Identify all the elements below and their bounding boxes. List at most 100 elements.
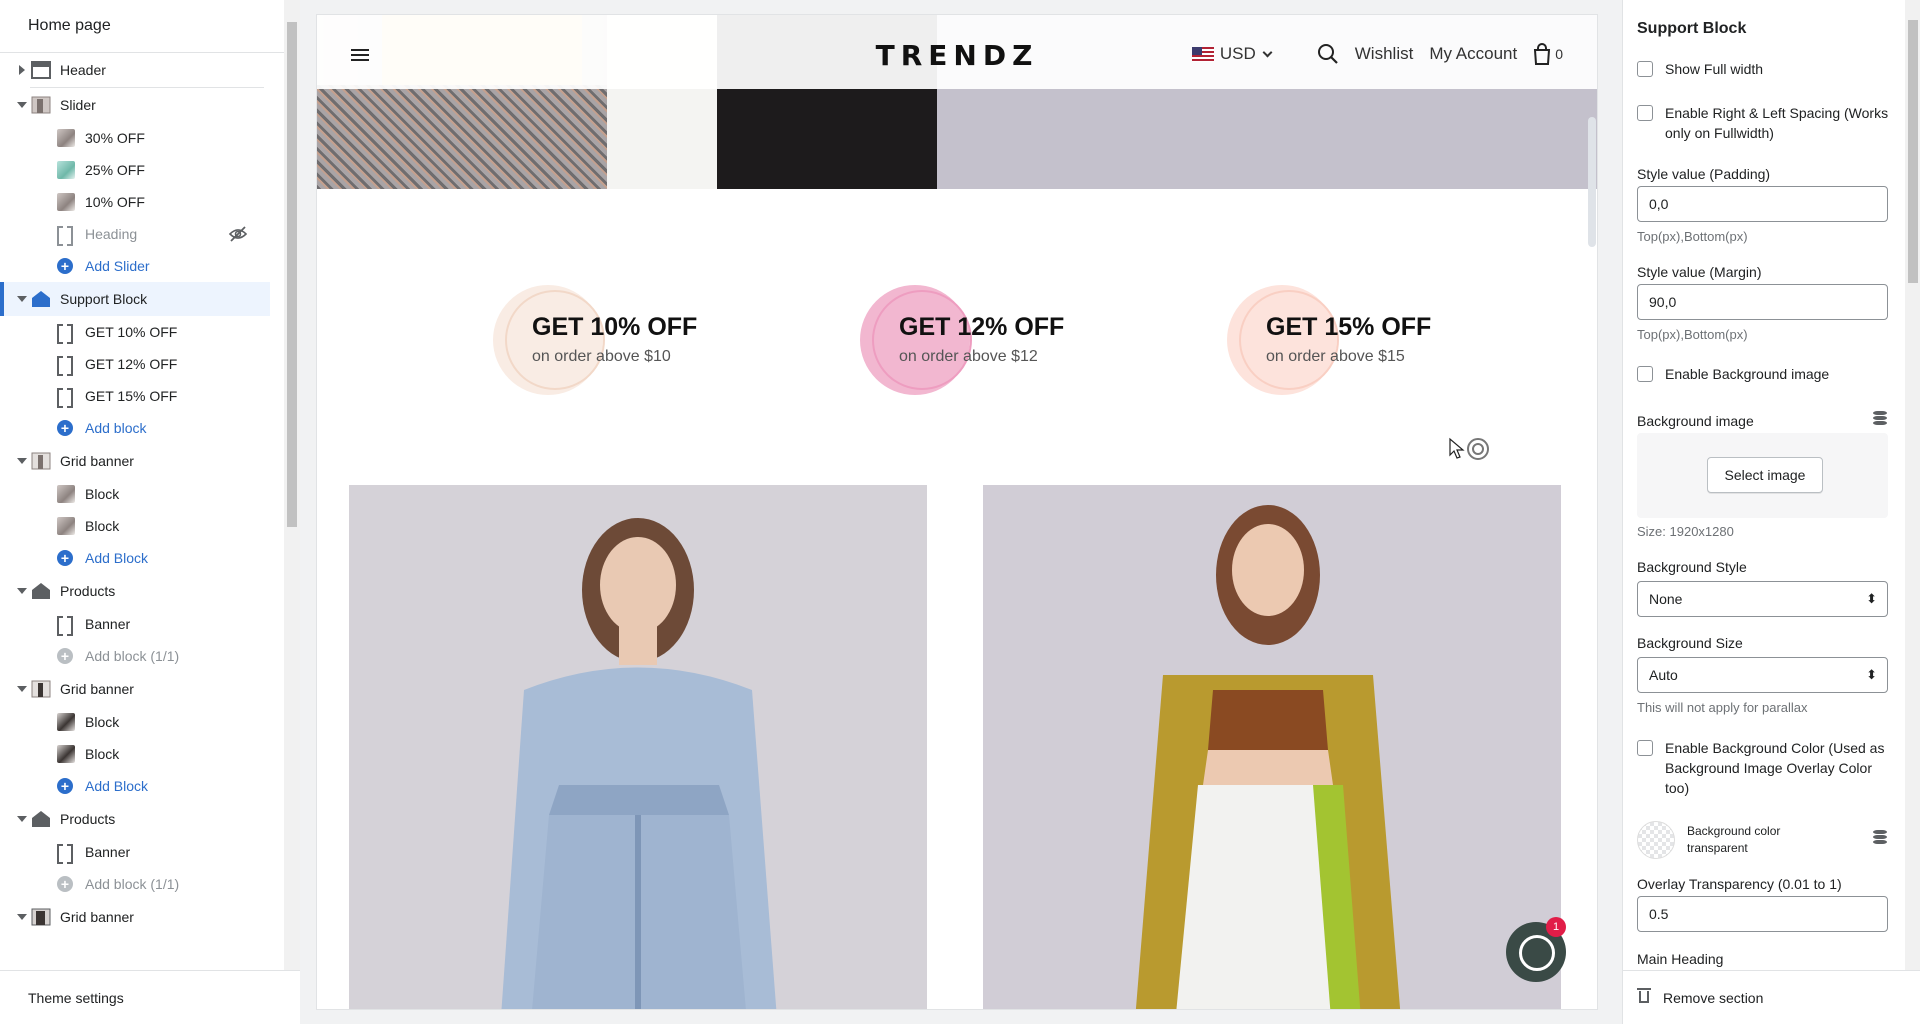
offer-block[interactable]: GET 10% OFF on order above $10 — [493, 285, 793, 395]
section-grid-banner[interactable]: Grid banner — [0, 444, 284, 478]
bg-style-label: Background Style — [1637, 559, 1747, 575]
image-size-note: Size: 1920x1280 — [1637, 524, 1734, 539]
add-slider-button[interactable]: + Add Slider — [0, 250, 284, 282]
block-item[interactable]: Block — [0, 738, 284, 770]
block-label: GET 12% OFF — [85, 356, 178, 372]
cursor-icon — [1449, 437, 1489, 460]
home-section-icon — [32, 811, 50, 827]
block-icon — [57, 844, 73, 864]
padding-input[interactable]: 0,0 — [1637, 186, 1888, 222]
search-icon[interactable] — [1317, 43, 1339, 65]
bg-size-select[interactable]: Auto — [1637, 657, 1888, 693]
block-icon — [57, 616, 73, 636]
section-slider[interactable]: Slider — [0, 88, 284, 122]
section-label: Header — [60, 62, 106, 78]
block-item[interactable]: Block — [0, 478, 284, 510]
offer-subtitle: on order above $10 — [532, 348, 671, 365]
block-item[interactable]: Block — [0, 706, 284, 738]
section-grid-banner[interactable]: Grid banner — [0, 672, 284, 706]
block-item-hidden[interactable]: Heading — [0, 218, 284, 250]
add-block-disabled: + Add block (1/1) — [0, 640, 284, 672]
section-tree: Header Slider 30% OFF 25% OFF 10% OFF He… — [0, 53, 284, 970]
preview-scrollbar[interactable] — [1586, 14, 1598, 1010]
caret-down-icon[interactable] — [17, 588, 27, 594]
offer-block[interactable]: GET 12% OFF on order above $12 — [860, 285, 1160, 395]
caret-down-icon[interactable] — [17, 816, 27, 822]
section-support-block[interactable]: Support Block — [0, 282, 270, 316]
grid-banner-image[interactable] — [349, 485, 927, 1009]
enable-bg-image-checkbox[interactable] — [1637, 366, 1653, 382]
margin-input[interactable]: 90,0 — [1637, 284, 1888, 320]
offer-title: GET 15% OFF — [1266, 313, 1432, 341]
margin-help: Top(px),Bottom(px) — [1637, 327, 1748, 342]
bg-color-swatch[interactable] — [1637, 821, 1675, 859]
section-grid-banner[interactable]: Grid banner — [0, 900, 284, 934]
block-item[interactable]: 30% OFF — [0, 122, 284, 154]
theme-settings-button[interactable]: Theme settings — [0, 970, 300, 1024]
plus-icon: + — [57, 420, 73, 436]
select-image-button[interactable]: Select image — [1707, 457, 1823, 493]
eye-hidden-icon[interactable] — [228, 225, 248, 243]
dynamic-source-icon[interactable] — [1873, 830, 1887, 845]
section-label: Grid banner — [60, 453, 134, 469]
hero-figure — [317, 85, 607, 189]
image-thumbnail — [57, 129, 75, 147]
add-block-button[interactable]: + Add Block — [0, 542, 284, 574]
block-item[interactable]: GET 15% OFF — [0, 380, 284, 412]
caret-down-icon[interactable] — [17, 914, 27, 920]
block-item[interactable]: GET 10% OFF — [0, 316, 284, 348]
caret-down-icon[interactable] — [17, 686, 27, 692]
store-preview: TRENDZ USD Wishlist My Account 0 GET 10%… — [316, 14, 1598, 1010]
remove-section-button[interactable]: Remove section — [1623, 970, 1920, 1024]
currency-label: USD — [1219, 44, 1256, 63]
plus-icon: + — [57, 876, 73, 892]
block-item[interactable]: Banner — [0, 608, 284, 640]
offer-subtitle: on order above $12 — [899, 348, 1038, 365]
offer-block[interactable]: GET 15% OFF on order above $15 — [1227, 285, 1527, 395]
page-selector[interactable]: Home page — [0, 0, 299, 53]
block-label: 25% OFF — [85, 162, 145, 178]
panel-scrollbar[interactable] — [1905, 0, 1920, 970]
scrollbar-thumb[interactable] — [1908, 20, 1918, 283]
dynamic-source-icon[interactable] — [1873, 411, 1887, 426]
section-header[interactable]: Header — [0, 53, 284, 87]
plus-icon: + — [57, 648, 73, 664]
add-block-button[interactable]: + Add Block — [0, 770, 284, 802]
show-full-width-checkbox[interactable] — [1637, 61, 1653, 77]
scrollbar-thumb[interactable] — [287, 22, 297, 527]
block-item[interactable]: 10% OFF — [0, 186, 284, 218]
block-item[interactable]: Block — [0, 510, 284, 542]
cart-button[interactable]: 0 — [1533, 43, 1563, 65]
add-block-button[interactable]: + Add block — [0, 412, 284, 444]
block-label: Block — [85, 714, 120, 730]
my-account-link[interactable]: My Account — [1429, 44, 1517, 64]
image-section-icon — [31, 680, 51, 698]
enable-bg-color-checkbox[interactable] — [1637, 740, 1653, 756]
bg-size-help: This will not apply for parallax — [1637, 700, 1808, 715]
enable-bg-image-label: Enable Background image — [1665, 366, 1830, 382]
section-products[interactable]: Products — [0, 574, 284, 608]
block-label: Banner — [85, 844, 131, 860]
currency-selector[interactable]: USD — [1191, 44, 1273, 64]
padding-help: Top(px),Bottom(px) — [1637, 229, 1748, 244]
caret-right-icon[interactable] — [19, 65, 25, 75]
wishlist-link[interactable]: Wishlist — [1355, 44, 1414, 64]
caret-down-icon[interactable] — [17, 458, 27, 464]
image-thumbnail — [57, 745, 75, 763]
enable-spacing-label: Enable Right & Left Spacing (Works only … — [1665, 105, 1889, 141]
block-item[interactable]: Banner — [0, 836, 284, 868]
section-products[interactable]: Products — [0, 802, 284, 836]
scrollbar-thumb[interactable] — [1588, 117, 1596, 247]
enable-spacing-checkbox[interactable] — [1637, 105, 1653, 121]
block-label: Block — [85, 746, 120, 762]
sidebar-scrollbar[interactable] — [284, 0, 300, 970]
bg-style-select[interactable]: None — [1637, 581, 1888, 617]
block-item[interactable]: GET 12% OFF — [0, 348, 284, 380]
block-item[interactable]: 25% OFF — [0, 154, 284, 186]
caret-down-icon[interactable] — [17, 102, 27, 108]
image-section-icon — [31, 96, 51, 114]
header-section-icon — [31, 61, 51, 79]
overlay-input[interactable]: 0.5 — [1637, 896, 1888, 932]
grid-banner-image[interactable] — [983, 485, 1561, 1009]
caret-down-icon[interactable] — [17, 296, 27, 302]
